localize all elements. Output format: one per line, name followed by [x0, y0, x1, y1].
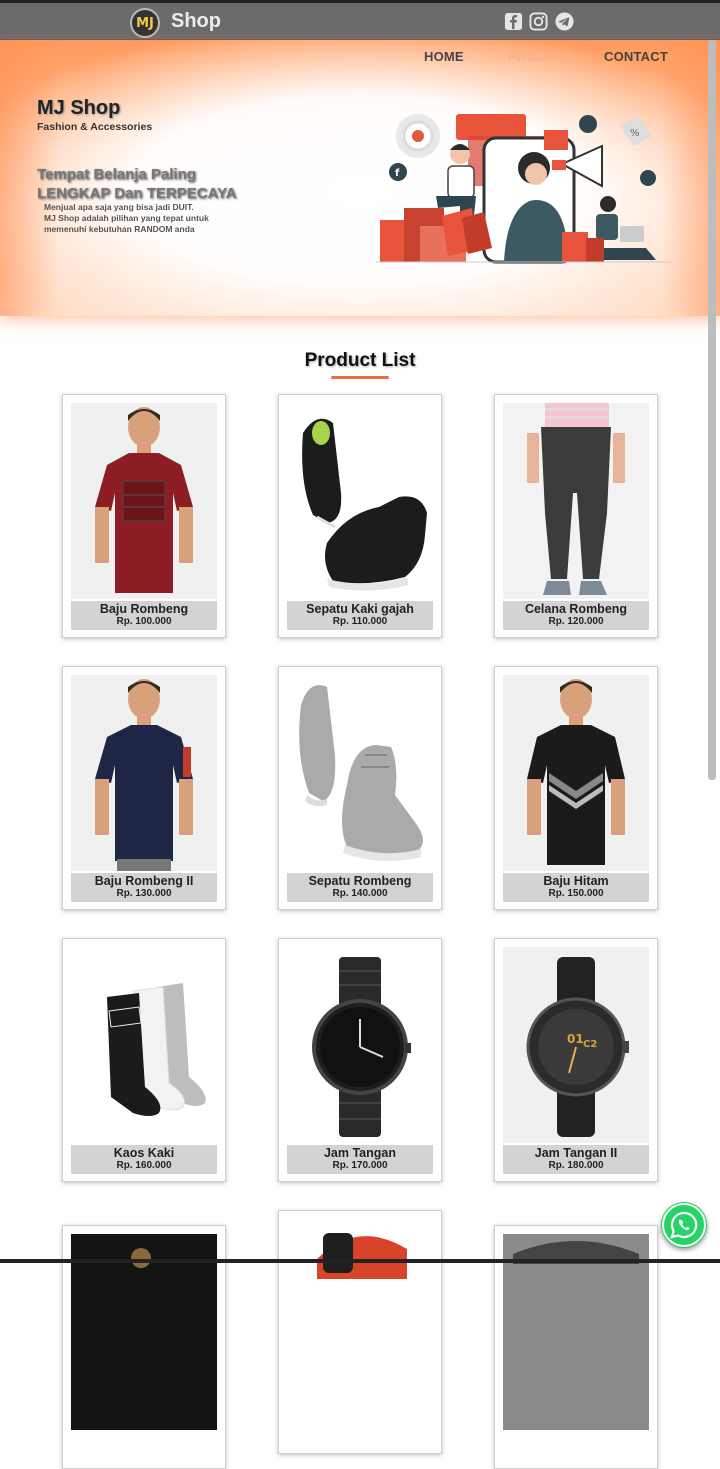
- product-label: Baju Rombeng II Rp. 130.000: [71, 873, 217, 902]
- brand-title[interactable]: Shop: [171, 10, 221, 33]
- nav-product[interactable]: PRODUCT: [508, 49, 574, 64]
- product-image[interactable]: [71, 675, 217, 871]
- product-card[interactable]: [278, 1210, 442, 1454]
- facebook-icon[interactable]: [504, 12, 523, 31]
- product-name: Sepatu Kaki gajah: [306, 602, 414, 616]
- product-card[interactable]: Baju Rombeng Rp. 100.000: [62, 394, 226, 638]
- product-name: Kaos Kaki: [113, 1146, 175, 1160]
- product-price: Rp. 180.000: [548, 1160, 604, 1171]
- svg-text:C2: C2: [583, 1039, 597, 1050]
- product-card[interactable]: Sepatu Kaki gajah Rp. 110.000: [278, 394, 442, 638]
- hero-title: MJ Shop: [37, 97, 121, 119]
- product-image[interactable]: [287, 403, 433, 599]
- hero-desc-line1: Menjual apa saja yang bisa jadi DUIT.: [44, 202, 194, 212]
- title-underline: [331, 376, 389, 379]
- product-image[interactable]: [503, 403, 649, 599]
- hero-subtitle: Fashion & Accessories: [37, 121, 153, 133]
- product-label: Jam Tangan II Rp. 180.000: [503, 1145, 649, 1174]
- product-label: Baju Rombeng Rp. 100.000: [71, 601, 217, 630]
- hero-description: Menjual apa saja yang bisa jadi DUIT. MJ…: [44, 202, 209, 235]
- hero-desc-line3: memenuhi kebutuhan RANDOM anda: [44, 224, 195, 234]
- product-label: Baju Hitam Rp. 150.000: [503, 873, 649, 902]
- instagram-icon[interactable]: [529, 12, 548, 31]
- scrollbar[interactable]: [708, 40, 716, 780]
- nav-contact[interactable]: CONTACT: [604, 49, 668, 64]
- product-card[interactable]: Baju Rombeng II Rp. 130.000: [62, 666, 226, 910]
- product-name: Baju Rombeng: [99, 602, 189, 616]
- product-price: Rp. 160.000: [116, 1160, 172, 1171]
- product-image[interactable]: [503, 675, 649, 871]
- shopping-illustration: f %: [376, 108, 672, 268]
- whatsapp-button[interactable]: [661, 1202, 707, 1248]
- hero-desc-line2: MJ Shop adalah pilihan yang tepat untuk: [44, 213, 209, 223]
- product-price: Rp. 100.000: [116, 616, 172, 627]
- product-label: Sepatu Kaki gajah Rp. 110.000: [287, 601, 433, 630]
- product-card[interactable]: 01 C2 Jam Tangan II Rp. 180.000: [494, 938, 658, 1182]
- product-card[interactable]: Celana Rombeng Rp. 120.000: [494, 394, 658, 638]
- product-price: Rp. 130.000: [116, 888, 172, 899]
- product-image[interactable]: [287, 1219, 433, 1415]
- product-name: Baju Rombeng II: [94, 874, 194, 888]
- hero-tagline: Tempat Belanja Paling LENGKAP Dan TERPEC…: [37, 165, 237, 203]
- svg-text:f: f: [395, 168, 400, 179]
- product-list-title: Product List: [304, 350, 416, 371]
- product-card[interactable]: Sepatu Rombeng Rp. 140.000: [278, 666, 442, 910]
- app-bar: MJ Shop: [0, 0, 720, 40]
- product-image[interactable]: [287, 947, 433, 1143]
- hero-tagline-line2: LENGKAP Dan TERPECAYA: [37, 185, 237, 202]
- product-image[interactable]: [71, 403, 217, 599]
- product-name: Baju Hitam: [543, 874, 609, 888]
- product-label: Jam Tangan Rp. 170.000: [287, 1145, 433, 1174]
- product-image[interactable]: [71, 1234, 217, 1430]
- product-price: Rp. 150.000: [548, 888, 604, 899]
- product-label: Kaos Kaki Rp. 160.000: [71, 1145, 217, 1174]
- product-image[interactable]: 01 C2: [503, 947, 649, 1143]
- product-price: Rp. 120.000: [548, 616, 604, 627]
- product-price: Rp. 170.000: [332, 1160, 388, 1171]
- product-image[interactable]: [287, 675, 433, 871]
- logo[interactable]: MJ: [130, 8, 160, 38]
- product-card[interactable]: Kaos Kaki Rp. 160.000: [62, 938, 226, 1182]
- product-name: Sepatu Rombeng: [308, 874, 412, 888]
- product-label: Celana Rombeng Rp. 120.000: [503, 601, 649, 630]
- product-name: Jam Tangan II: [534, 1146, 618, 1160]
- svg-text:01: 01: [567, 1032, 584, 1046]
- telegram-icon[interactable]: [555, 12, 574, 31]
- product-price: Rp. 140.000: [332, 888, 388, 899]
- hero-tagline-line1: Tempat Belanja Paling: [37, 166, 196, 183]
- product-name: Jam Tangan: [323, 1146, 396, 1160]
- product-image[interactable]: [503, 1234, 649, 1430]
- whatsapp-icon: [662, 1203, 706, 1247]
- product-name: Celana Rombeng: [524, 602, 628, 616]
- svg-text:%: %: [630, 128, 640, 139]
- product-card[interactable]: Baju Hitam Rp. 150.000: [494, 666, 658, 910]
- logo-text: MJ: [136, 15, 154, 31]
- product-card[interactable]: Jam Tangan Rp. 170.000: [278, 938, 442, 1182]
- product-image[interactable]: [71, 947, 217, 1143]
- product-label: Sepatu Rombeng Rp. 140.000: [287, 873, 433, 902]
- bottom-edge: [0, 1259, 720, 1263]
- product-price: Rp. 110.000: [332, 616, 388, 627]
- nav-home[interactable]: HOME: [424, 49, 464, 64]
